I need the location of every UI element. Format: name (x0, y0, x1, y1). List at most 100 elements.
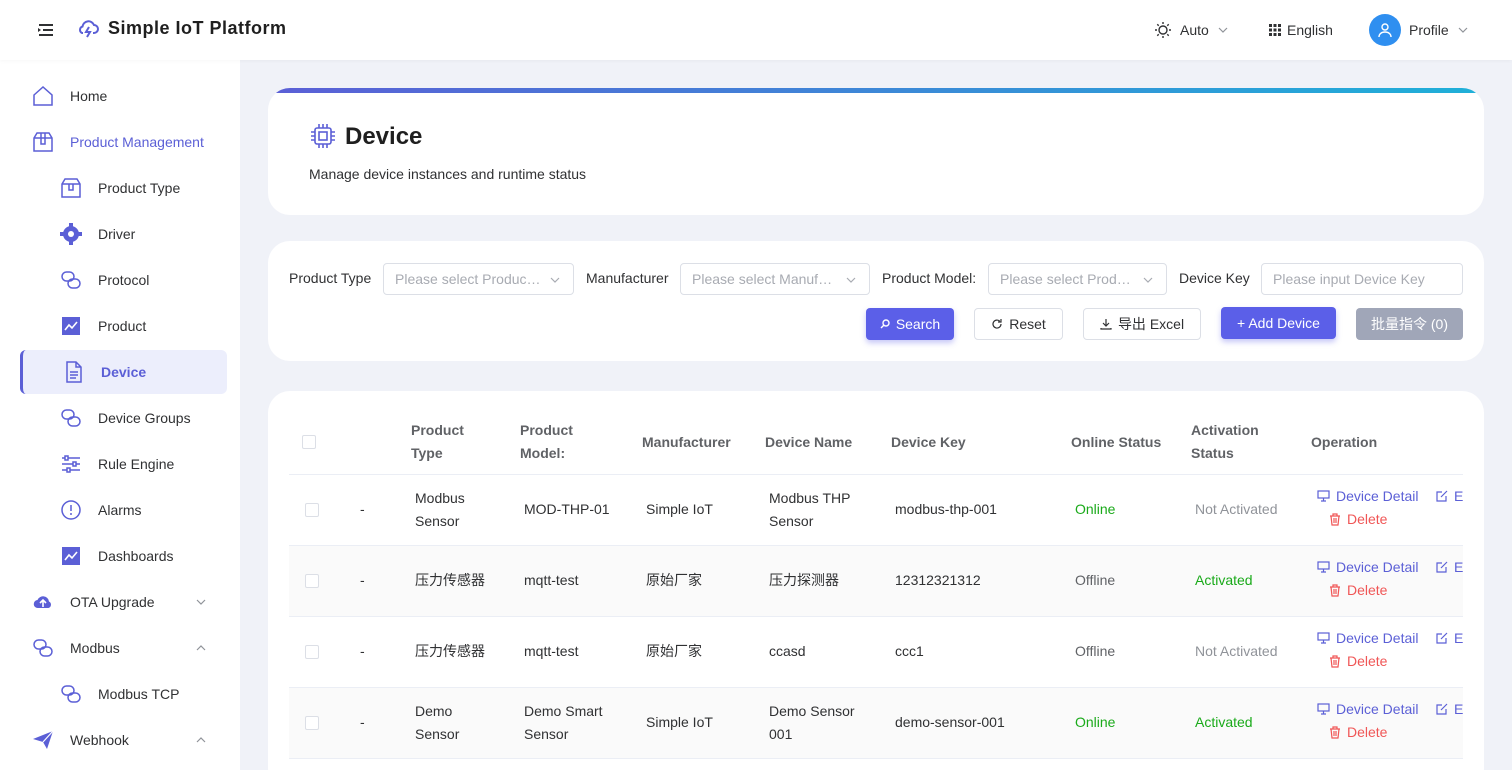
batch-command-button[interactable]: 批量指令 (0) (1356, 308, 1463, 340)
sidebar-item-ota-upgrade[interactable]: OTA Upgrade (20, 580, 227, 624)
device-detail-link[interactable]: Device Detail (1317, 630, 1418, 646)
device-table-card: Product Type Product Model: Manufacturer… (268, 391, 1484, 770)
row-checkbox[interactable] (305, 645, 319, 659)
manufacturer-select[interactable]: Please select Manufacturer (680, 263, 870, 295)
activation-badge: Not Activated (1195, 501, 1278, 517)
sidebar-item-modbus-tcp[interactable]: Modbus TCP (20, 672, 227, 716)
chevron-down-icon (196, 599, 206, 605)
col-device-key[interactable]: Device Key (891, 431, 966, 454)
sidebar-item-rule-engine[interactable]: Rule Engine (20, 442, 227, 486)
delete-link[interactable]: Delete (1329, 582, 1387, 598)
monitor-icon (1317, 632, 1330, 644)
chevron-down-icon (550, 277, 560, 283)
sidebar-item-alarms[interactable]: Alarms (20, 488, 227, 532)
app-title: Simple IoT Platform (108, 18, 287, 38)
reset-button[interactable]: Reset (974, 308, 1063, 340)
sidebar-item-dashboards[interactable]: Dashboards (20, 534, 227, 578)
chip-icon (311, 124, 335, 148)
edit-icon (1436, 490, 1448, 502)
sidebar-item-product[interactable]: Product (20, 304, 227, 348)
language-switcher[interactable]: English (1269, 20, 1333, 40)
status-badge: Offline (1075, 572, 1116, 588)
col-manufacturer[interactable]: Manufacturer (642, 431, 731, 454)
chevron-up-icon (196, 645, 206, 651)
col-activation-status[interactable]: Activation Status (1191, 419, 1281, 465)
delete-link[interactable]: Delete (1329, 724, 1387, 740)
top-header: Simple IoT Platform Auto English Profile (0, 0, 1512, 60)
search-icon (880, 319, 890, 329)
activation-badge: Activated (1195, 572, 1253, 588)
chevron-down-icon (1218, 27, 1228, 33)
edit-link[interactable]: E (1436, 559, 1463, 575)
product-type-select[interactable]: Please select Product Type (383, 263, 574, 295)
cell-product-model: MOD-THP-01 (524, 501, 610, 517)
page-title: Device (345, 123, 423, 150)
select-all-checkbox[interactable] (302, 435, 316, 449)
col-product-model[interactable]: Product Model: (520, 419, 610, 465)
link-icon (60, 683, 82, 705)
device-detail-link[interactable]: Device Detail (1317, 701, 1418, 717)
col-device-name[interactable]: Device Name (765, 431, 852, 454)
sidebar-item-device[interactable]: Device (20, 350, 227, 394)
row-checkbox[interactable] (305, 574, 319, 588)
sidebar-item-driver[interactable]: Driver (20, 212, 227, 256)
row-index: - (360, 643, 365, 659)
table-header: Product Type Product Model: Manufacturer… (289, 411, 1463, 475)
monitor-icon (1317, 561, 1330, 573)
theme-switcher[interactable]: Auto (1154, 20, 1229, 40)
cloud-upload-icon (32, 591, 54, 613)
link-icon (60, 269, 82, 291)
cell-manufacturer: 原始厂家 (646, 643, 702, 659)
table-row: - 压力传感器 mqtt-test 原始厂家 压力探测器 12312321312… (289, 546, 1463, 617)
device-detail-link[interactable]: Device Detail (1317, 559, 1418, 575)
search-button[interactable]: Search (866, 308, 954, 340)
device-detail-link[interactable]: Device Detail (1317, 488, 1418, 504)
cell-product-type: 压力传感器 (415, 643, 485, 659)
row-checkbox[interactable] (305, 503, 319, 517)
avatar (1369, 14, 1401, 46)
add-device-button[interactable]: + Add Device (1221, 307, 1336, 339)
chart-icon (60, 545, 82, 567)
edit-link[interactable]: E (1436, 701, 1463, 717)
delete-link[interactable]: Delete (1329, 653, 1387, 669)
monitor-icon (1317, 490, 1330, 502)
sidebar-item-device-groups[interactable]: Device Groups (20, 396, 227, 440)
link-icon (60, 407, 82, 429)
manufacturer-label: Manufacturer (586, 270, 669, 286)
theme-label: Auto (1180, 22, 1209, 38)
chevron-up-icon (196, 737, 206, 743)
product-model-select[interactable]: Please select Product Model (988, 263, 1167, 295)
col-online-status[interactable]: Online Status (1071, 431, 1161, 454)
sun-icon (1155, 22, 1171, 38)
trash-icon (1330, 654, 1340, 668)
edit-link[interactable]: E (1436, 630, 1463, 646)
cell-device-key: modbus-thp-001 (895, 501, 997, 517)
cell-manufacturer: 原始厂家 (646, 572, 702, 588)
cell-device-name: Modbus THP Sensor (769, 490, 851, 529)
sidebar-item-modbus[interactable]: Modbus (20, 626, 227, 670)
trash-icon (1330, 512, 1340, 526)
sidebar-item-product-type[interactable]: Product Type (20, 166, 227, 210)
sidebar-item-webhook[interactable]: Webhook (20, 718, 227, 762)
trash-icon (1330, 583, 1340, 597)
sidebar-item-home[interactable]: Home (20, 74, 227, 118)
col-operation: Operation (1311, 434, 1378, 450)
status-badge: Online (1075, 714, 1116, 730)
table-row: - Demo Sensor Demo Smart Sensor Simple I… (289, 688, 1463, 759)
edit-icon (1436, 632, 1448, 644)
alert-icon (60, 499, 82, 521)
sidebar-item-product-management[interactable]: Product Management (20, 120, 227, 164)
sidebar-item-protocol[interactable]: Protocol (20, 258, 227, 302)
export-excel-button[interactable]: 导出 Excel (1083, 308, 1201, 340)
row-index: - (360, 501, 365, 517)
col-product-type[interactable]: Product Type (411, 419, 491, 465)
delete-link[interactable]: Delete (1329, 511, 1387, 527)
product-model-label: Product Model: (882, 270, 977, 286)
row-checkbox[interactable] (305, 716, 319, 730)
device-key-label: Device Key (1179, 270, 1250, 286)
profile-menu[interactable]: Profile (1369, 14, 1469, 46)
activation-badge: Activated (1195, 714, 1253, 730)
device-key-input[interactable]: Please input Device Key (1261, 263, 1463, 295)
edit-link[interactable]: E (1436, 488, 1463, 504)
menu-toggle-icon[interactable] (37, 22, 55, 38)
